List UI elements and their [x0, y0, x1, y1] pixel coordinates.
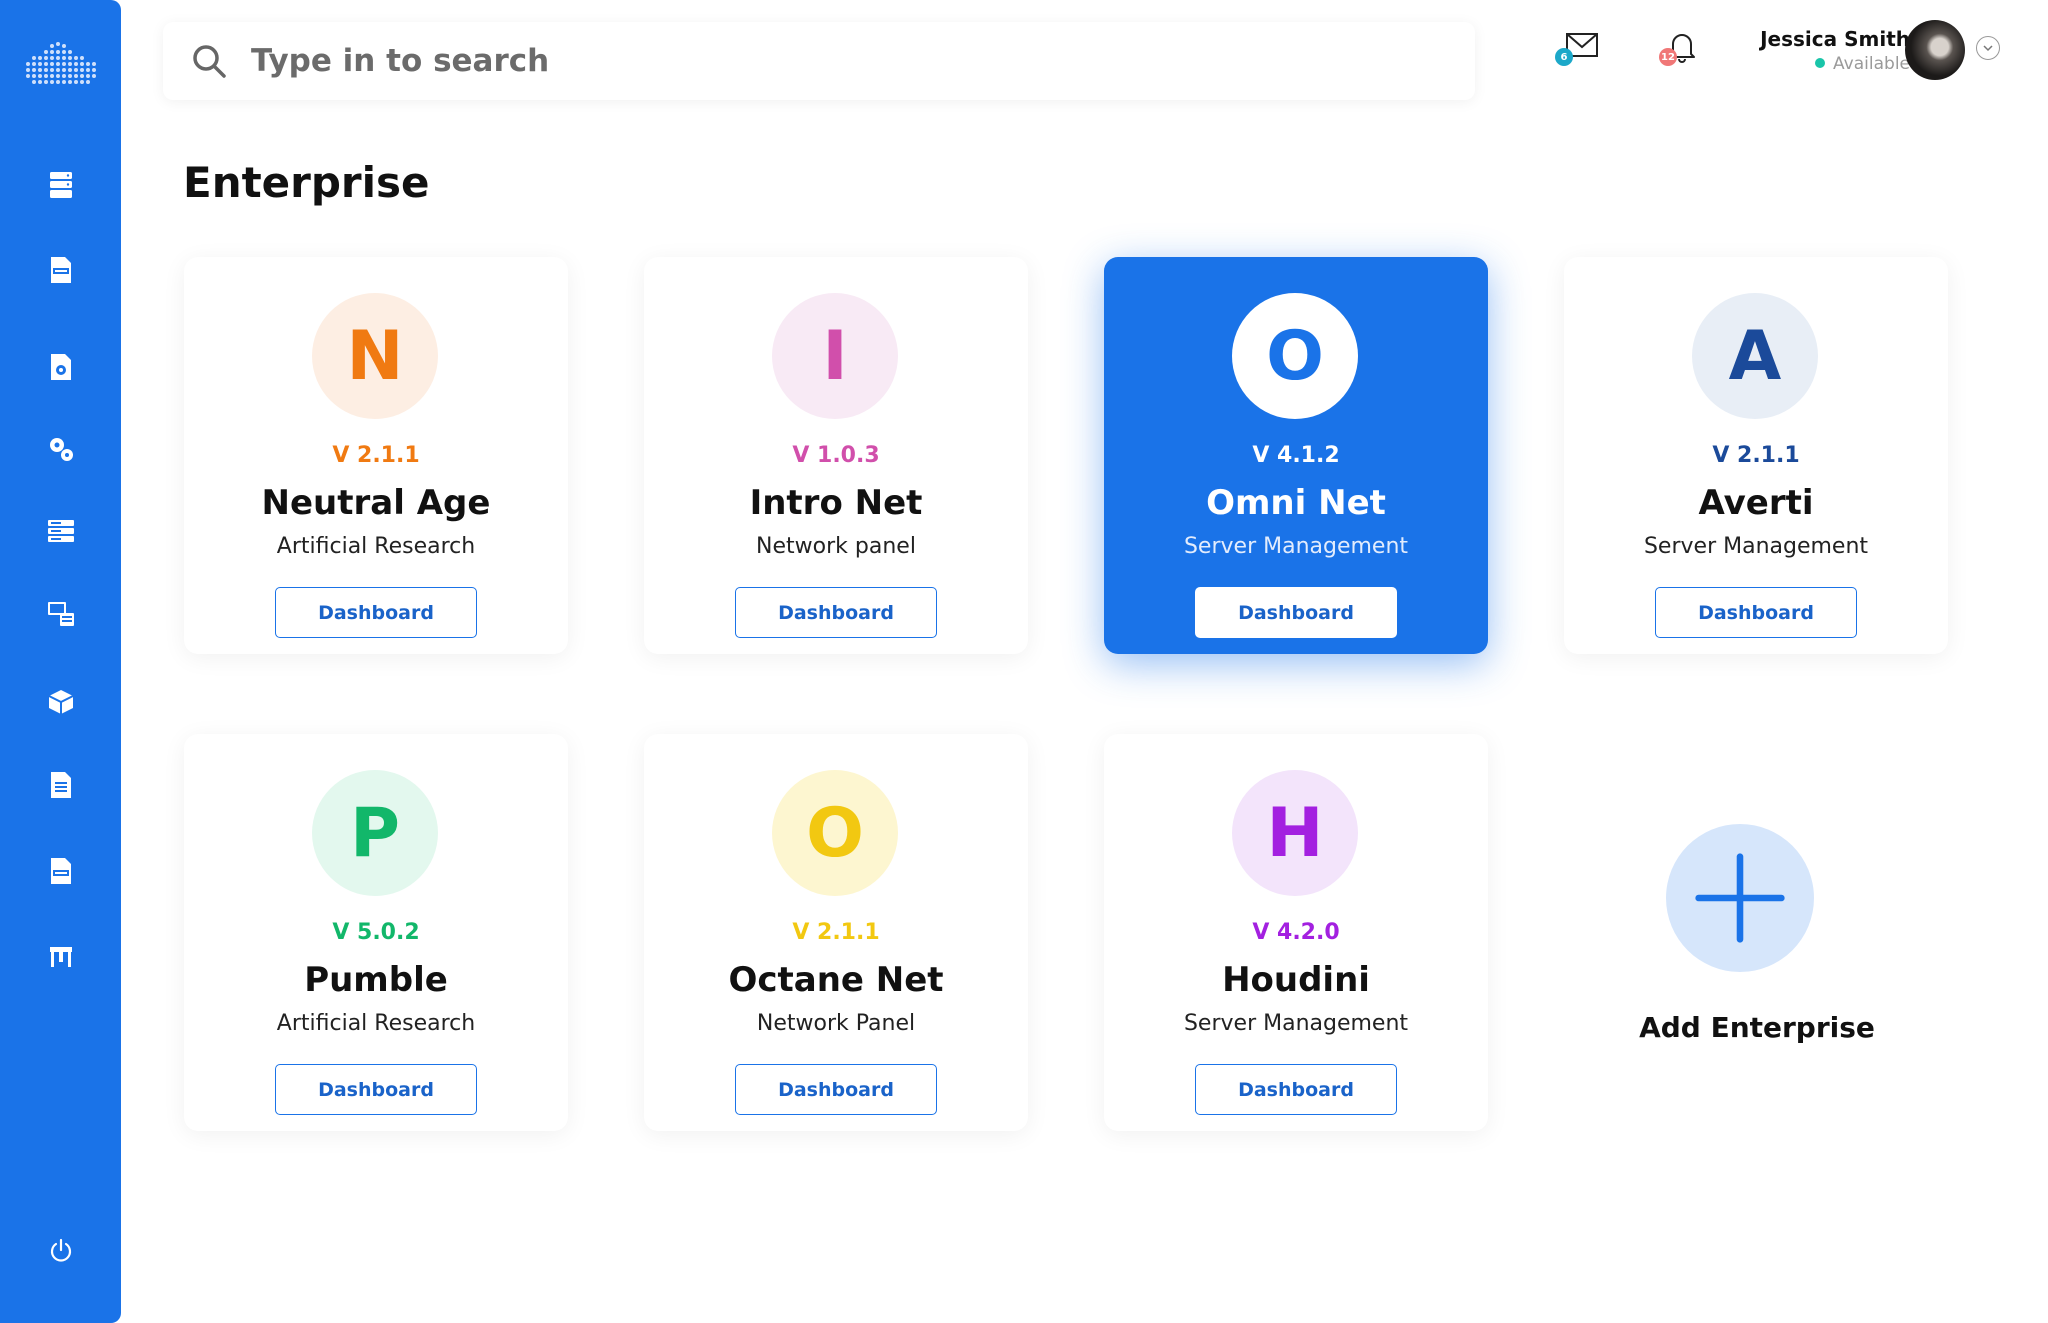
dashboard-button[interactable]: Dashboard: [1655, 587, 1857, 638]
bgp-file-icon: [51, 858, 71, 884]
enterprise-logo: O: [772, 770, 898, 896]
user-menu-toggle[interactable]: [1976, 36, 2000, 60]
enterprise-version: V 4.2.0: [1252, 920, 1340, 945]
chevron-down-icon: [1983, 45, 1993, 52]
enterprise-logo: P: [312, 770, 438, 896]
dashboard-button[interactable]: Dashboard: [275, 1064, 477, 1115]
user-name: Jessica Smith: [1760, 27, 1910, 51]
search-icon: [193, 45, 226, 78]
enterprise-card[interactable]: N V 2.1.1 Neutral Age Artificial Research Da…: [184, 257, 568, 654]
sidebar-item-devices[interactable]: [40, 593, 82, 635]
enterprise-card[interactable]: P V 5.0.2 Pumble Artificial Research Dashboa…: [184, 734, 568, 1131]
enterprise-subtitle: Artificial Research: [276, 534, 476, 559]
dashboard-button[interactable]: Dashboard: [275, 587, 477, 638]
enterprise-logo: A: [1692, 293, 1818, 419]
enterprise-subtitle: Server Management: [1643, 534, 1869, 559]
enterprise-subtitle: Server Management: [1183, 534, 1409, 559]
mail-badge: 6: [1555, 48, 1573, 66]
enterprise-subtitle: Network panel: [756, 534, 916, 559]
enterprise-card[interactable]: O V 2.1.1 Octane Net Network Panel Dashboard: [644, 734, 1028, 1131]
report-file-icon: [51, 772, 71, 798]
user-status-label: Available: [1833, 54, 1910, 74]
dashboard-button[interactable]: Dashboard: [1195, 1064, 1397, 1115]
enterprise-version: V 2.1.1: [332, 443, 420, 468]
enterprise-logo: O: [1232, 293, 1358, 419]
enterprise-name: Averti: [1698, 483, 1814, 523]
enterprise-name: Houdini: [1222, 960, 1370, 1000]
sidebar-item-vpn-server[interactable]: [40, 164, 82, 206]
enterprise-version: V 2.1.1: [1712, 443, 1800, 468]
enterprise-name: Octane Net: [728, 960, 944, 1000]
sidebar-item-vpn-document[interactable]: [40, 249, 82, 291]
sidebar-item-servers[interactable]: [40, 510, 82, 552]
enterprise-name: Pumble: [304, 960, 448, 1000]
dashboard-button[interactable]: Dashboard: [1195, 587, 1397, 638]
add-enterprise-button[interactable]: [1666, 824, 1814, 972]
vpn-document-icon: [51, 257, 71, 283]
gears-icon: [50, 438, 73, 461]
page-title: Enterprise: [183, 158, 430, 207]
enterprise-subtitle: Server Management: [1183, 1011, 1409, 1036]
user-status: Available: [1780, 54, 1910, 74]
notification-badge: 12: [1659, 48, 1677, 66]
enterprise-version: V 1.0.3: [792, 443, 880, 468]
logout-button[interactable]: [40, 1230, 82, 1272]
add-enterprise-label: Add Enterprise: [1639, 1011, 1875, 1044]
search-bar: [163, 22, 1475, 100]
enterprise-logo: N: [312, 293, 438, 419]
enterprise-subtitle: Network Panel: [756, 1011, 916, 1036]
sidebar-item-file-settings[interactable]: [40, 346, 82, 388]
enterprise-version: V 4.1.2: [1252, 443, 1340, 468]
search-input[interactable]: [249, 42, 1433, 80]
status-dot: [1815, 58, 1826, 68]
enterprise-version: V 2.1.1: [792, 920, 880, 945]
enterprise-name: Intro Net: [749, 483, 923, 523]
gateway-icon: [50, 947, 72, 967]
sidebar-item-network-box[interactable]: [40, 680, 82, 722]
sidebar: [0, 0, 121, 1323]
plus-icon: [1695, 853, 1785, 943]
enterprise-logo: I: [772, 293, 898, 419]
enterprise-name: Omni Net: [1206, 483, 1386, 523]
logo-icon: [26, 42, 96, 84]
enterprise-subtitle: Artificial Research: [276, 1011, 476, 1036]
vpn-server-icon: [50, 172, 72, 198]
enterprise-name: Neutral Age: [261, 483, 491, 523]
dashboard-button[interactable]: Dashboard: [735, 1064, 937, 1115]
monitor-devices-icon: [48, 602, 74, 626]
enterprise-logo: H: [1232, 770, 1358, 896]
messages-button[interactable]: 6: [1553, 24, 1603, 74]
power-icon: [50, 1238, 72, 1262]
enterprise-card[interactable]: I V 1.0.3 Intro Net Network panel Dashboard: [644, 257, 1028, 654]
dashboard-button[interactable]: Dashboard: [735, 587, 937, 638]
server-stack-icon: [48, 520, 74, 542]
enterprise-version: V 5.0.2: [332, 920, 420, 945]
sidebar-item-reports[interactable]: [40, 764, 82, 806]
file-settings-icon: [51, 354, 71, 380]
sidebar-item-gateway[interactable]: [40, 935, 82, 977]
enterprise-card[interactable]: A V 2.1.1 Averti Server Management Dashboard: [1564, 257, 1948, 654]
sidebar-item-settings[interactable]: [40, 428, 82, 470]
notifications-button[interactable]: 12: [1656, 24, 1706, 74]
avatar[interactable]: [1905, 20, 1965, 80]
sidebar-item-bgp[interactable]: [40, 850, 82, 892]
enterprise-card[interactable]: O V 4.1.2 Omni Net Server Management Dashboa…: [1104, 257, 1488, 654]
network-box-icon: [48, 690, 74, 714]
enterprise-card[interactable]: H V 4.2.0 Houdini Server Management Dashboar…: [1104, 734, 1488, 1131]
